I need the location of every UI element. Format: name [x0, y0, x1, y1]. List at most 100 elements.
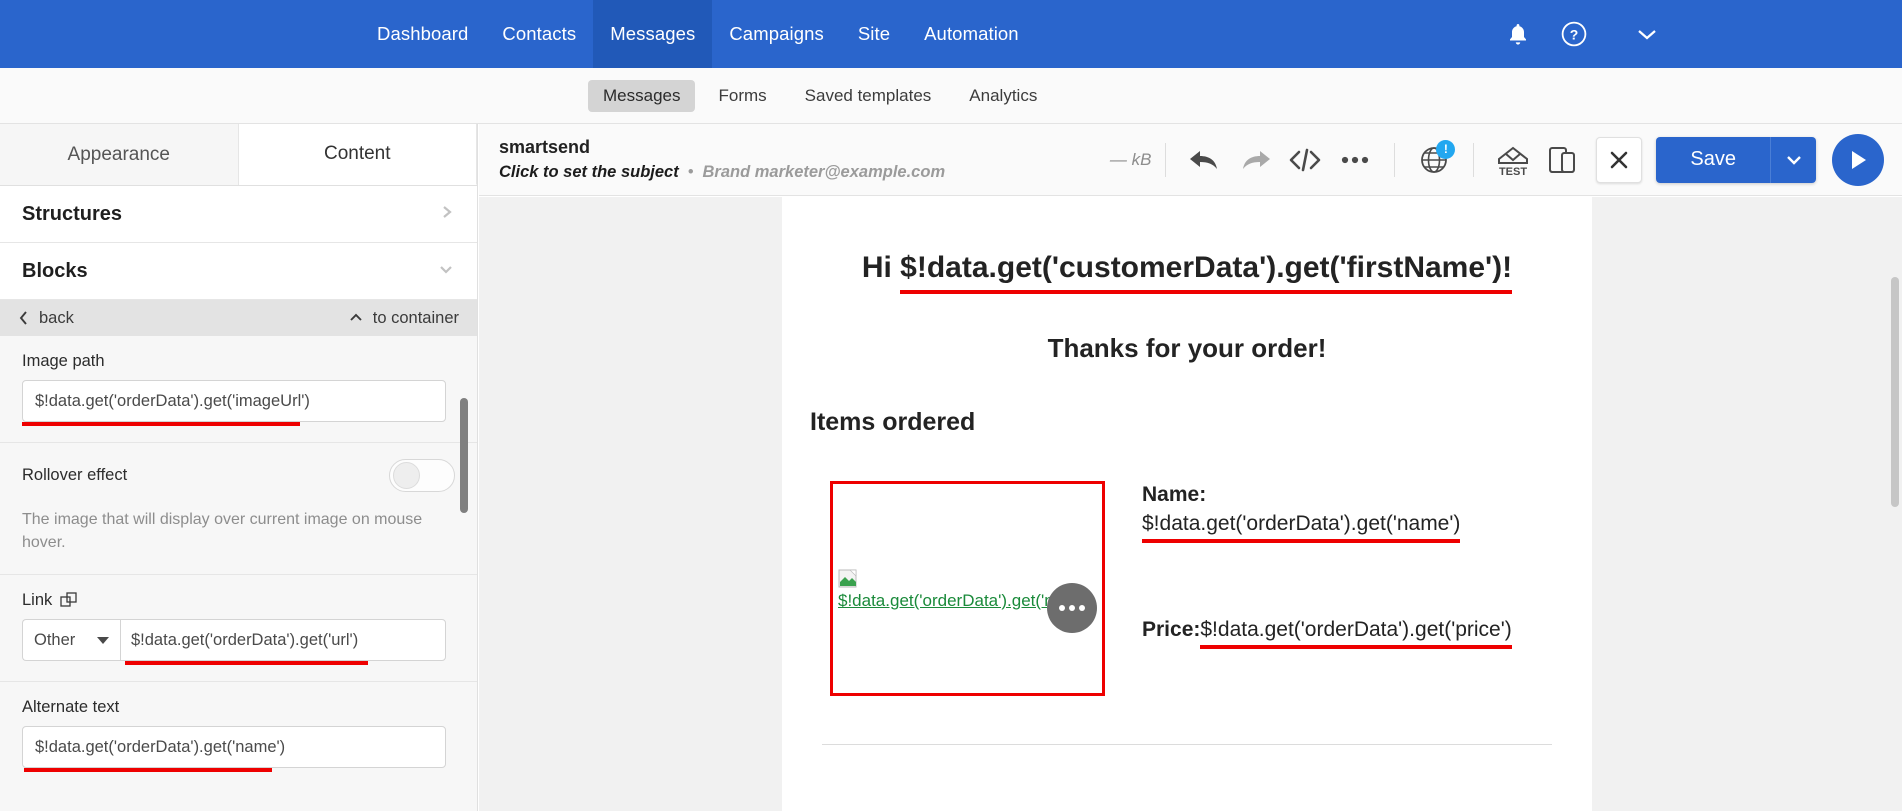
toolbar-divider-2 [1394, 142, 1396, 177]
greeting-highlight [899, 290, 1513, 294]
panel-scrollbar-track[interactable] [460, 336, 473, 811]
block-options-handle-icon[interactable] [1047, 583, 1097, 633]
rollover-row: Rollover effect [22, 459, 455, 492]
nav-item-dashboard[interactable]: Dashboard [360, 0, 485, 68]
canvas-scrollbar-thumb[interactable] [1891, 277, 1899, 507]
top-navigation-bar: Dashboard Contacts Messages Campaigns Si… [0, 0, 1902, 68]
nav-item-automation[interactable]: Automation [907, 0, 1036, 68]
caret-down-icon [97, 636, 109, 644]
email-item-price-row[interactable]: Price:$!data.get('orderData').get('price… [1142, 618, 1512, 649]
link-url-input[interactable] [120, 619, 446, 662]
play-icon[interactable] [1832, 133, 1884, 186]
globe-icon[interactable]: ! [1409, 135, 1459, 185]
help-icon[interactable]: ? [1546, 0, 1602, 68]
link-url-highlight [125, 661, 368, 666]
email-item-price-value: $!data.get('orderData').get('price') [1200, 618, 1512, 641]
subject-placeholder[interactable]: Click to set the subject [499, 163, 679, 182]
alternate-text-input[interactable] [22, 726, 446, 769]
email-greeting-text: Hi $!data.get('customerData').get('first… [861, 251, 1513, 284]
email-items-heading[interactable]: Items ordered [782, 408, 1592, 437]
email-item-price-label: Price: [1142, 618, 1201, 641]
field-image-path: Image path [0, 336, 477, 443]
email-canvas: Hi $!data.get('customerData').get('first… [479, 197, 1902, 811]
price-value-highlight [1200, 645, 1512, 649]
panel-tab-content[interactable]: Content [238, 124, 477, 185]
to-container-label: to container [372, 308, 459, 327]
field-rollover-effect: Rollover effect The image that will disp… [0, 443, 477, 576]
email-item-name-label: Name: [1142, 483, 1207, 506]
left-settings-panel: Appearance Content Structures Blocks bac… [0, 124, 478, 811]
handle-dot [1079, 605, 1085, 611]
editor-toolbar: smartsend Click to set the subject • Bra… [479, 124, 1902, 196]
tab-forms[interactable]: Forms [703, 80, 781, 112]
name-value-highlight [1142, 539, 1461, 543]
email-item-name-value-wrap[interactable]: $!data.get('orderData').get('name') [1142, 512, 1461, 543]
panel-scrollbar-thumb[interactable] [460, 398, 468, 513]
link-label: Link [22, 591, 53, 610]
sender-address[interactable]: Brand marketer@example.com [703, 163, 946, 182]
breadcrumb-bar: back to container [0, 300, 477, 336]
panel-scroll-area: Image path Rollover effect The image tha… [0, 336, 477, 811]
tab-analytics[interactable]: Analytics [954, 80, 1052, 112]
toolbar-divider-1 [1165, 142, 1167, 177]
toggle-knob [393, 462, 420, 489]
section-blocks[interactable]: Blocks [0, 243, 477, 300]
message-title[interactable]: smartsend [499, 137, 945, 158]
back-label: back [39, 308, 74, 327]
back-button[interactable]: back [18, 309, 74, 328]
alternate-text-highlight [24, 768, 272, 773]
test-icon[interactable]: TEST [1488, 135, 1538, 185]
image-path-input[interactable] [22, 380, 446, 422]
alternate-text-label: Alternate text [22, 698, 120, 717]
redo-icon[interactable] [1230, 135, 1280, 185]
save-options-chevron-down-icon[interactable] [1770, 136, 1816, 183]
rollover-toggle[interactable] [389, 459, 455, 492]
bell-icon[interactable] [1490, 0, 1546, 68]
chevron-up-icon [350, 313, 362, 321]
message-subject-row: Click to set the subject • Brand markete… [499, 163, 945, 182]
preview-devices-icon[interactable] [1538, 135, 1588, 185]
link-type-select[interactable]: Other [22, 619, 120, 662]
email-item-details: Name: $!data.get('orderData').get('name'… [1142, 481, 1512, 696]
nav-left-spacer [0, 0, 360, 68]
broken-image-icon [838, 569, 857, 588]
more-icon[interactable] [1330, 135, 1380, 185]
email-item-name-value: $!data.get('orderData').get('name') [1142, 512, 1461, 535]
panel-tab-appearance[interactable]: Appearance [0, 124, 239, 185]
undo-icon[interactable] [1180, 135, 1230, 185]
meta-separator: • [687, 163, 694, 181]
email-divider [822, 744, 1552, 745]
email-thanks-text[interactable]: Thanks for your order! [782, 333, 1592, 364]
rollover-label: Rollover effect [22, 466, 128, 484]
link-label-row: Link [22, 591, 455, 610]
save-button[interactable]: Save [1656, 136, 1770, 183]
email-body: Hi $!data.get('customerData').get('first… [782, 197, 1592, 811]
rollover-help-text: The image that will display over current… [22, 511, 423, 552]
close-button[interactable] [1596, 136, 1643, 183]
tab-saved-templates[interactable]: Saved templates [790, 80, 947, 112]
section-structures-label: Structures [22, 202, 123, 225]
merge-tag-icon[interactable] [60, 592, 78, 610]
image-path-label: Image path [22, 352, 105, 370]
chevron-right-icon [439, 203, 455, 225]
save-button-group: Save [1656, 136, 1816, 183]
chevron-left-icon [19, 311, 27, 325]
email-item-row: $!data.get('orderData').get('name') Name… [782, 481, 1592, 696]
image-path-highlight [22, 422, 300, 426]
handle-dot [1069, 605, 1075, 611]
section-blocks-label: Blocks [22, 259, 88, 282]
tab-messages[interactable]: Messages [588, 79, 696, 112]
email-greeting-block[interactable]: Hi $!data.get('customerData').get('first… [782, 197, 1592, 294]
sub-navigation-bar: Messages Forms Saved templates Analytics [0, 68, 1902, 124]
chevron-down-icon[interactable] [1602, 0, 1692, 68]
globe-alert-badge: ! [1436, 139, 1456, 159]
section-structures[interactable]: Structures [0, 186, 477, 243]
link-input-row: Other [22, 619, 455, 662]
nav-item-site[interactable]: Site [841, 0, 907, 68]
to-container-button[interactable]: to container [348, 309, 459, 328]
nav-item-campaigns[interactable]: Campaigns [712, 0, 840, 68]
nav-item-messages[interactable]: Messages [593, 0, 713, 68]
chevron-down-icon [437, 261, 455, 281]
nav-item-contacts[interactable]: Contacts [485, 0, 593, 68]
code-icon[interactable] [1280, 135, 1330, 185]
